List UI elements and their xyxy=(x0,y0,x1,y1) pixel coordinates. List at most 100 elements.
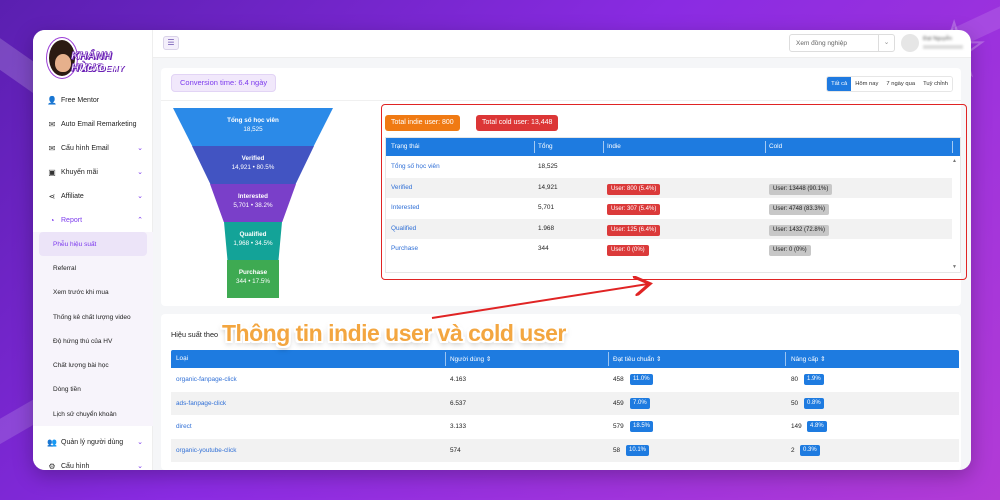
column-header: Cold xyxy=(769,143,783,150)
sidebar-item-label: Report xyxy=(61,216,83,224)
section-title: Hiệu suất theo xyxy=(171,330,219,339)
gear-icon: ⚙ xyxy=(48,461,56,470)
filter-all[interactable]: Tất cả xyxy=(827,77,852,91)
status-link[interactable]: Tổng số học viên xyxy=(391,163,440,170)
funnel-step-value: 1,968 • 34.5% xyxy=(233,240,273,247)
users-cell: 4.163 xyxy=(450,376,466,383)
column-divider xyxy=(534,141,535,153)
submenu-item-funnel[interactable]: Phễu hiệu suất xyxy=(39,232,147,257)
source-link[interactable]: organic-youtube-click xyxy=(176,447,236,454)
sidebar-item-user-management[interactable]: 👥 Quản lý người dùng ⌄ xyxy=(33,430,153,454)
total-cell: 18,525 xyxy=(538,163,558,170)
funnel-step-verified: Verified 14,921 • 80.5% xyxy=(192,146,314,184)
indie-pill: User: 0 (0%) xyxy=(607,245,649,256)
submenu-item-cashflow[interactable]: Dòng tiền xyxy=(33,378,153,402)
standard-pct-badge: 7.0% xyxy=(630,397,650,409)
submenu-item-video-stats[interactable]: Thống kê chất lượng video xyxy=(33,305,153,329)
column-header: Indie xyxy=(607,143,621,150)
upgrade-pct-badge: 4.8% xyxy=(807,421,827,432)
user-menu[interactable]: Đạt Nguyễn xyxy=(901,33,971,55)
status-link[interactable]: Qualified xyxy=(391,225,416,232)
table-row: Purchase 344 User: 0 (0%) User: 0 (0%) xyxy=(386,239,952,260)
submenu-item-interest[interactable]: Độ hứng thú của HV xyxy=(33,329,153,353)
filter-7days[interactable]: 7 ngày qua xyxy=(882,77,920,91)
cold-pill: User: 4748 (83.3%) xyxy=(769,204,830,215)
user-role-blurred xyxy=(923,45,963,49)
submenu-item-preview[interactable]: Xem trước khi mua xyxy=(33,281,153,305)
total-cell: 5,701 xyxy=(538,204,554,211)
standard-cell: 58 xyxy=(613,446,621,454)
submenu-item-lesson-quality[interactable]: Chất lượng bài học xyxy=(33,353,153,377)
sidebar-item-free-mentor[interactable]: 👤 Free Mentor xyxy=(33,88,153,112)
top-bar: ☰ Xem đồng nghiệp ⌄ Đạt Nguyễn xyxy=(153,30,971,58)
sidebar-item-label: Affiliate xyxy=(61,192,84,200)
status-link[interactable]: Purchase xyxy=(391,245,418,252)
performance-table: Loại Người dùng ⇕ Đạt tiêu chuẩn ⇕ Nâng … xyxy=(171,350,959,462)
upgrade-pct-badge: 1.9% xyxy=(804,374,824,385)
standard-pct-badge: 10.1% xyxy=(626,444,650,456)
source-link[interactable]: organic-fanpage-click xyxy=(176,376,237,383)
indie-pill: User: 125 (6.4%) xyxy=(607,224,661,236)
email-icon: ✉ xyxy=(48,119,56,129)
table-row: direct 3.133 579 18.5% 149 4.8% xyxy=(171,415,959,439)
funnel-step-value: 14,921 • 80.5% xyxy=(231,164,275,171)
funnel-card: Conversion time: 6.4 ngày Tất cả Hôm nay… xyxy=(161,68,967,306)
scroll-down-icon[interactable]: ▼ xyxy=(952,264,957,270)
brand-logo[interactable]: KHÁNH HÙNG ACADEMY xyxy=(43,36,143,82)
upgrade-cell: 2 xyxy=(791,446,795,454)
table-scrollbar[interactable]: ▲ ▼ xyxy=(952,158,958,270)
total-cell: 14,921 xyxy=(538,183,558,191)
chevron-down-icon: ⌄ xyxy=(137,145,143,152)
table-row: Tổng số học viên 18,525 xyxy=(386,157,952,178)
column-header[interactable]: Đạt tiêu chuẩn ⇕ xyxy=(613,355,661,363)
source-link[interactable]: ads-fanpage-click xyxy=(176,400,226,407)
chevron-down-icon: ⌄ xyxy=(137,193,143,200)
chevron-down-icon: ⌄ xyxy=(137,439,143,447)
report-submenu: Phễu hiệu suất Referral Xem trước khi mu… xyxy=(33,232,153,427)
filter-custom[interactable]: Tuỳ chỉnh xyxy=(919,77,952,91)
conversion-time-badge: Conversion time: 6.4 ngày xyxy=(171,74,277,92)
table-header: Trạng thái Tổng Indie Cold xyxy=(386,138,960,156)
total-cell: 344 xyxy=(538,245,549,252)
chevron-down-icon: ⌄ xyxy=(878,35,894,51)
cold-pill: User: 1432 (72.8%) xyxy=(769,224,830,236)
source-link[interactable]: direct xyxy=(176,423,192,430)
table-row: organic-fanpage-click 4.163 458 11.0% 80… xyxy=(171,368,959,392)
menu-toggle-icon[interactable]: ☰ xyxy=(163,36,179,50)
sidebar-item-affiliate[interactable]: ⋖ Affiliate ⌄ xyxy=(33,184,153,208)
sidebar-item-label: Quản lý người dùng xyxy=(61,438,124,446)
colleague-select[interactable]: Xem đồng nghiệp ⌄ xyxy=(789,34,895,52)
sidebar-item-label: Free Mentor xyxy=(61,96,100,104)
user-name: Đạt Nguyễn xyxy=(923,36,953,42)
annotation-caption: Thông tin indie user và cold user xyxy=(222,320,566,346)
sidebar-item-report[interactable]: ◔ Report ⌃ xyxy=(33,208,153,232)
status-table: Trạng thái Tổng Indie Cold Tổng số học v… xyxy=(385,137,961,273)
column-header[interactable]: Loại xyxy=(176,355,188,362)
column-header[interactable]: Nâng cấp ⇕ xyxy=(791,355,826,363)
select-placeholder: Xem đồng nghiệp xyxy=(796,40,847,47)
filter-today[interactable]: Hôm nay xyxy=(851,77,883,91)
submenu-item-referral[interactable]: Referral xyxy=(33,256,153,280)
sidebar-item-label: Auto Email Remarketing xyxy=(61,120,137,128)
sidebar-item-promotion[interactable]: ▣ Khuyến mãi ⌄ xyxy=(33,160,153,184)
indie-pill: User: 307 (5.4%) xyxy=(607,204,661,215)
status-link[interactable]: Verified xyxy=(391,184,412,191)
total-cold-badge: Total cold user: 13,448 xyxy=(476,115,559,131)
table-row: Qualified 1.968 User: 125 (6.4%) User: 1… xyxy=(386,218,952,239)
column-header[interactable]: Người dùng ⇕ xyxy=(450,355,491,363)
sidebar-item-settings[interactable]: ⚙ Cấu hình ⌄ xyxy=(33,454,153,470)
submenu-item-transfer-history[interactable]: Lịch sử chuyển khoản xyxy=(33,402,153,426)
sidebar-item-email-config[interactable]: ✉ Cấu hình Email ⌄ xyxy=(33,136,153,160)
standard-cell: 579 xyxy=(613,423,624,430)
table-row: Interested 5,701 User: 307 (5.4%) User: … xyxy=(386,198,952,219)
scroll-up-icon[interactable]: ▲ xyxy=(952,158,957,164)
total-cell: 1.968 xyxy=(538,224,554,232)
status-link[interactable]: Interested xyxy=(391,204,419,211)
sidebar-item-auto-email[interactable]: ✉ Auto Email Remarketing xyxy=(33,112,153,136)
sidebar-item-label: Cấu hình Email xyxy=(61,144,109,152)
person-icon: 👤 xyxy=(47,95,57,105)
avatar xyxy=(901,34,919,52)
table-row: organic-youtube-click 574 58 10.1% 2 0.3… xyxy=(171,438,959,462)
brand-subtitle: ACADEMY xyxy=(81,64,125,73)
column-divider xyxy=(785,352,786,366)
